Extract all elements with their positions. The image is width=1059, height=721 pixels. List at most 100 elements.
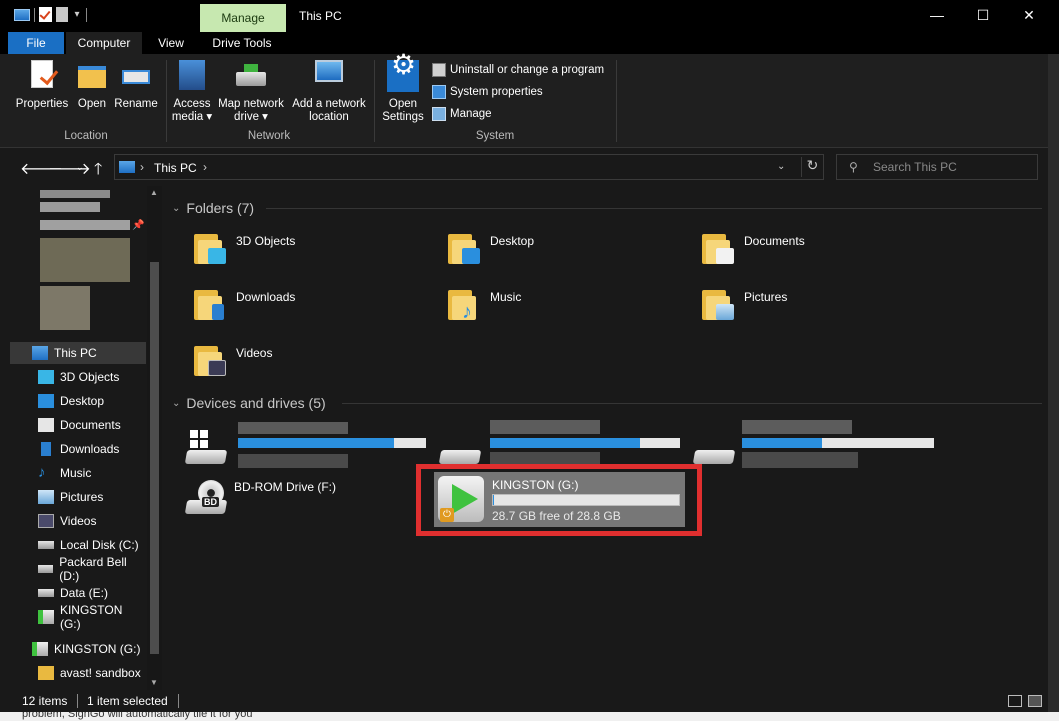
ribbon-tabs: File Computer View Drive Tools ⌄ ? <box>0 32 1059 82</box>
tab-drive-tools[interactable]: Drive Tools <box>201 32 283 54</box>
tab-view[interactable]: View <box>146 32 196 54</box>
group-label-system: System <box>475 130 515 142</box>
search-input[interactable] <box>873 158 1033 176</box>
properties-qat-icon[interactable] <box>39 7 52 22</box>
nav-item-label: Videos <box>60 514 97 528</box>
drive-bd-rom[interactable]: BD BD-ROM Drive (F:) <box>184 480 336 520</box>
uninstall-icon <box>432 63 446 77</box>
context-tab-manage[interactable]: Manage <box>200 4 286 32</box>
nav-item-videos[interactable]: Videos <box>0 510 146 532</box>
ribbon-separator <box>166 60 167 142</box>
blurred-quick-access <box>40 190 110 198</box>
qat-dropdown-icon[interactable]: ▾ <box>72 9 82 20</box>
folder-downloads[interactable]: Downloads <box>192 286 295 322</box>
recent-locations-icon[interactable]: ⌄ <box>76 162 84 173</box>
address-dropdown-icon[interactable]: ⌄ <box>777 161 785 172</box>
add-network-location-label-2: location <box>309 111 349 123</box>
breadcrumb-this-pc[interactable]: This PC <box>154 161 197 175</box>
breadcrumb-separator[interactable]: › <box>140 160 144 174</box>
status-item-count: 12 items <box>22 694 68 708</box>
close-button[interactable]: ✕ <box>1006 0 1052 32</box>
nav-item-kingston-g[interactable]: KINGSTON (G:) <box>0 603 146 631</box>
folder-label: Music <box>490 290 522 304</box>
nav-item-label: KINGSTON (G:) <box>54 642 141 656</box>
nav-item-3d-objects[interactable]: 3D Objects <box>0 366 146 388</box>
uninstall-program-button[interactable]: Uninstall or change a program <box>432 63 604 77</box>
this-pc-icon <box>32 346 48 360</box>
system-properties-button[interactable]: System properties <box>432 85 543 99</box>
folder-videos[interactable]: Videos <box>192 342 272 378</box>
nav-item-pictures[interactable]: Pictures <box>0 486 146 508</box>
add-network-location-button[interactable]: Add a network location <box>288 60 370 124</box>
large-icons-view-icon[interactable] <box>1028 695 1042 707</box>
window-edge <box>1048 54 1059 721</box>
nav-item-local-disk-c[interactable]: Local Disk (C:) <box>0 534 146 556</box>
breadcrumb-separator[interactable]: › <box>203 160 207 174</box>
folder-documents[interactable]: Documents <box>700 230 805 266</box>
open-settings-button[interactable]: Open Settings <box>380 58 426 124</box>
nav-item-label: Music <box>60 466 92 480</box>
nav-item-label: This PC <box>54 346 97 360</box>
collapse-chevron-icon[interactable]: ⌄ <box>172 203 180 214</box>
documents-icon <box>38 418 54 432</box>
music-icon: ♪ <box>38 464 46 481</box>
rename-button[interactable]: Rename <box>112 60 160 111</box>
address-bar[interactable]: › This PC › ⌄ ↻ <box>114 154 824 180</box>
status-separator <box>77 694 78 708</box>
folder-label: Pictures <box>744 290 788 304</box>
devices-group-header[interactable]: ⌄ Devices and drives (5) <box>172 395 326 411</box>
nav-item-label: Data (E:) <box>60 586 109 600</box>
title-bar: ▾ Manage This PC — ☐ ✕ <box>0 0 1059 32</box>
folder-music-icon: ♪ <box>446 286 482 322</box>
folder-desktop[interactable]: Desktop <box>446 230 534 266</box>
minimize-button[interactable]: — <box>914 0 960 32</box>
refresh-icon[interactable]: ↻ <box>801 157 823 177</box>
folders-group-header[interactable]: ⌄ Folders (7) <box>172 200 254 216</box>
folder-pictures[interactable]: Pictures <box>700 286 787 322</box>
nav-item-avast-sandbox[interactable]: avast! sandbox <box>0 662 146 684</box>
nav-item-kingston-g-root[interactable]: KINGSTON (G:) <box>0 638 146 660</box>
blurred-quick-access <box>40 202 100 212</box>
nav-pane-scrollbar[interactable]: ▲ ▼ <box>147 186 162 690</box>
folder-3d-objects-icon <box>192 230 228 266</box>
nav-item-packard-bell-d[interactable]: Packard Bell (D:) <box>0 555 146 583</box>
maximize-button[interactable]: ☐ <box>960 0 1006 32</box>
folder-3d-objects[interactable]: 3D Objects <box>192 230 295 266</box>
nav-item-downloads[interactable]: Downloads <box>0 438 146 460</box>
nav-item-desktop[interactable]: Desktop <box>0 390 146 412</box>
nav-item-data-e[interactable]: Data (E:) <box>0 582 146 604</box>
new-folder-qat-icon[interactable] <box>56 7 68 22</box>
access-media-label-2: media ▾ <box>171 111 213 123</box>
system-properties-icon <box>432 85 446 99</box>
map-network-drive-button[interactable]: Map network drive ▾ <box>214 60 288 124</box>
access-media-button[interactable]: Access media ▾ <box>170 60 214 124</box>
manage-button[interactable]: Manage <box>432 107 492 121</box>
folder-music[interactable]: ♪ Music <box>446 286 521 322</box>
add-network-location-label-1: Add a network <box>292 98 366 110</box>
forward-arrow-icon[interactable]: 🡒 <box>48 158 91 179</box>
pin-icon[interactable]: 📌 <box>132 220 144 231</box>
nav-item-music[interactable]: ♪ Music <box>0 462 146 484</box>
properties-button[interactable]: Properties <box>12 60 72 111</box>
ribbon-separator <box>374 60 375 142</box>
details-view-icon[interactable] <box>1008 695 1022 707</box>
scroll-down-icon[interactable]: ▼ <box>150 678 158 687</box>
open-button[interactable]: Open <box>74 60 110 111</box>
nav-item-label: Desktop <box>60 394 105 408</box>
open-settings-label-2: Settings <box>382 111 424 123</box>
nav-item-documents[interactable]: Documents <box>0 414 146 436</box>
status-selection: 1 item selected <box>87 694 168 708</box>
tab-file[interactable]: File <box>8 32 64 54</box>
scroll-up-icon[interactable]: ▲ <box>150 188 158 197</box>
tab-computer[interactable]: Computer <box>66 32 142 54</box>
open-icon <box>76 60 108 92</box>
nav-item-label: Downloads <box>60 442 120 456</box>
drive-usage-bar-empty <box>640 438 680 448</box>
drive-system[interactable] <box>184 430 234 470</box>
up-arrow-icon[interactable]: 🡑 <box>94 158 102 185</box>
collapse-chevron-icon[interactable]: ⌄ <box>172 398 180 409</box>
search-box[interactable]: ⚲ <box>836 154 1038 180</box>
nav-item-this-pc[interactable]: This PC <box>10 342 146 364</box>
scrollbar-thumb[interactable] <box>150 262 159 654</box>
folders-group-title: Folders (7) <box>186 200 255 216</box>
